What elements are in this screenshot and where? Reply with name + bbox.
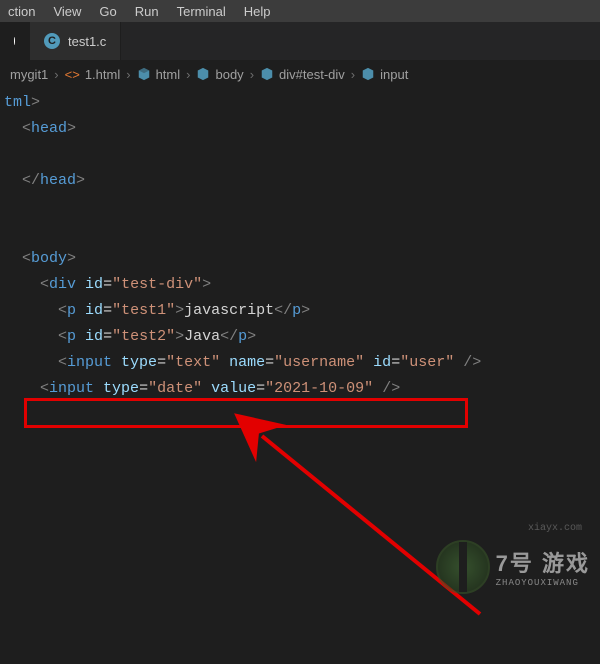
watermark-text-en: ZHAOYOUXIWANG — [496, 578, 579, 588]
breadcrumb: mygit1 › <> 1.html › html › body › div#t… — [0, 60, 600, 88]
chevron-right-icon: › — [54, 67, 58, 82]
code-line: <body> — [4, 246, 600, 272]
watermark-logo-icon — [436, 540, 490, 594]
watermark-text-cn: 7号 游戏 — [496, 546, 590, 578]
menu-item[interactable]: Help — [244, 4, 271, 19]
menu-item[interactable]: View — [53, 4, 81, 19]
file-icon: <> — [65, 67, 80, 82]
chevron-right-icon: › — [186, 67, 190, 82]
breadcrumb-segment[interactable]: mygit1 — [10, 67, 48, 82]
menu-item[interactable]: ction — [8, 4, 35, 19]
code-line: tml> — [4, 90, 600, 116]
breadcrumb-segment[interactable]: input — [361, 67, 408, 82]
annotation-arrow-icon — [250, 424, 530, 664]
symbol-icon — [361, 67, 375, 81]
tab-test1c[interactable]: C test1.c — [30, 22, 121, 60]
code-line: </head> — [4, 168, 600, 194]
tab-active[interactable] — [0, 22, 30, 60]
code-line: <p id="test1">javascript</p> — [4, 298, 600, 324]
code-line — [4, 142, 600, 168]
breadcrumb-segment[interactable]: body — [196, 67, 243, 82]
symbol-icon — [137, 67, 151, 81]
menu-item[interactable]: Run — [135, 4, 159, 19]
tab-label: test1.c — [68, 34, 106, 49]
chevron-right-icon: › — [126, 67, 130, 82]
chevron-right-icon: › — [250, 67, 254, 82]
chevron-right-icon: › — [351, 67, 355, 82]
code-editor[interactable]: tml> <head> </head> <body> <div id="test… — [0, 88, 600, 402]
code-line — [4, 220, 600, 246]
breadcrumb-segment[interactable]: html — [137, 67, 181, 82]
code-line-highlighted: <input type="date" value="2021-10-09" /> — [4, 376, 600, 402]
menu-item[interactable]: Go — [99, 4, 116, 19]
code-line — [4, 194, 600, 220]
menu-item[interactable]: Terminal — [177, 4, 226, 19]
watermark-url: xiayx.com — [528, 523, 582, 534]
c-file-icon: C — [44, 33, 60, 49]
breadcrumb-segment[interactable]: div#test-div — [260, 67, 345, 82]
menu-bar: ction View Go Run Terminal Help — [0, 0, 600, 22]
code-line: <input type="text" name="username" id="u… — [4, 350, 600, 376]
tab-bar: C test1.c — [0, 22, 600, 60]
watermark: xiayx.com 7号 游戏 ZHAOYOUXIWANG — [436, 540, 590, 594]
code-line: <div id="test-div"> — [4, 272, 600, 298]
code-line: <p id="test2">Java</p> — [4, 324, 600, 350]
breadcrumb-segment[interactable]: <> 1.html — [65, 67, 121, 82]
tab-modified-indicator-icon — [14, 37, 15, 45]
code-line: <head> — [4, 116, 600, 142]
symbol-icon — [196, 67, 210, 81]
symbol-icon — [260, 67, 274, 81]
annotation-highlight-box — [24, 398, 468, 428]
